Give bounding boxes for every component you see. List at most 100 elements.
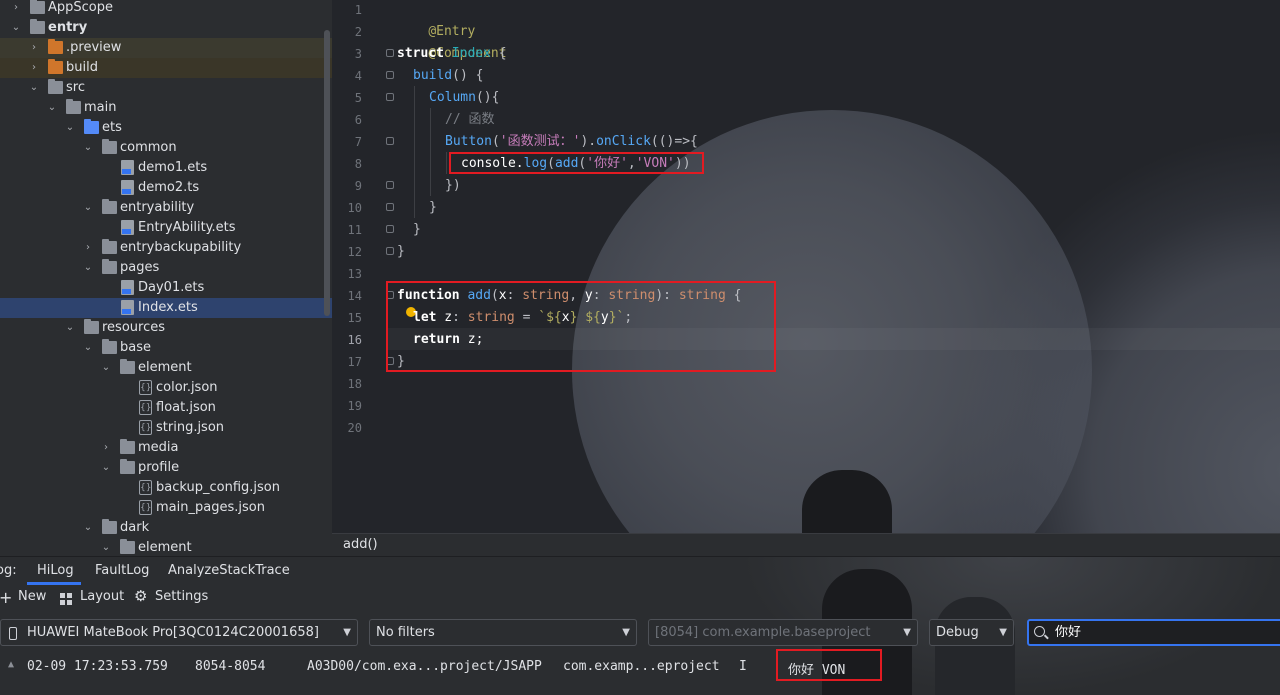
settings-button[interactable]: Settings	[155, 589, 208, 604]
process-select[interactable]: [8054] com.example.baseproject ▼	[648, 619, 918, 646]
tab-faultlog[interactable]: FaultLog	[95, 563, 149, 578]
tree-item-demo2[interactable]: demo2.ts	[0, 178, 332, 198]
log-time: 02-09 17:23:53.759	[27, 659, 168, 674]
fold-icon[interactable]	[386, 203, 394, 211]
tree-item-src[interactable]: ⌄ src	[0, 78, 332, 98]
tree-item-float-json[interactable]: float.json	[0, 398, 332, 418]
chevron-down-icon[interactable]: ⌄	[82, 338, 94, 358]
fold-icon[interactable]	[386, 225, 394, 233]
cat-silhouette	[802, 470, 892, 533]
line-number: 13	[347, 267, 362, 281]
tree-item-main[interactable]: ⌄ main	[0, 98, 332, 118]
code-token: ).	[580, 134, 597, 149]
chevron-down-icon[interactable]: ⌄	[82, 258, 94, 278]
line-number: 14	[347, 289, 362, 303]
tree-item-label: demo2.ts	[138, 180, 200, 195]
tree-item-dark[interactable]: ⌄ dark	[0, 518, 332, 538]
chevron-right-icon[interactable]: ›	[28, 58, 40, 78]
fold-icon[interactable]	[386, 137, 394, 145]
tree-scrollbar[interactable]	[324, 30, 330, 316]
tree-item-base[interactable]: ⌄ base	[0, 338, 332, 358]
line-number: 3	[354, 47, 362, 61]
tree-item-dark-element[interactable]: ⌄ element	[0, 538, 332, 556]
log-level: I	[739, 659, 747, 674]
gear-icon[interactable]: ⚙	[134, 587, 147, 605]
line-number: 5	[354, 91, 362, 105]
log-search-input[interactable]: 你好	[1027, 619, 1280, 646]
tree-item-color-json[interactable]: color.json	[0, 378, 332, 398]
tree-item-appscope[interactable]: › AppScope	[0, 0, 332, 18]
tree-item-day01[interactable]: Day01.ets	[0, 278, 332, 298]
tree-item-pages[interactable]: ⌄ pages	[0, 258, 332, 278]
new-button[interactable]: New	[18, 589, 46, 604]
tree-item-index[interactable]: Index.ets	[0, 298, 332, 318]
tree-item-entry[interactable]: ⌄ entry	[0, 18, 332, 38]
tree-item-profile[interactable]: ⌄ profile	[0, 458, 332, 478]
chevron-right-icon[interactable]: ›	[100, 438, 112, 458]
fold-icon[interactable]	[386, 49, 394, 57]
tree-item-common[interactable]: ⌄ common	[0, 138, 332, 158]
chevron-down-icon[interactable]: ⌄	[100, 458, 112, 478]
breadcrumb[interactable]: add()	[332, 533, 1280, 556]
fold-icon[interactable]	[386, 247, 394, 255]
tree-item-label: element	[138, 540, 192, 555]
tree-item-label: dark	[120, 520, 150, 535]
ets-file-icon	[121, 220, 134, 235]
folder-icon	[120, 539, 135, 554]
chevron-down-icon[interactable]: ⌄	[28, 78, 40, 98]
chevron-right-icon[interactable]: ›	[28, 38, 40, 58]
chevron-down-icon: ▼	[903, 627, 911, 638]
line-number: 4	[354, 69, 362, 83]
fold-icon[interactable]	[386, 71, 394, 79]
tree-item-label: profile	[138, 460, 180, 475]
chevron-down-icon[interactable]: ⌄	[64, 118, 76, 138]
chevron-down-icon[interactable]: ⌄	[64, 318, 76, 338]
chevron-down-icon[interactable]: ⌄	[46, 98, 58, 118]
code-editor[interactable]: 1 2 3 4 5 6 7 8 9 10 11 12 13 14 15 16 1…	[332, 0, 1280, 533]
chevron-down-icon[interactable]: ⌄	[82, 518, 94, 538]
tree-item-resources[interactable]: ⌄ resources	[0, 318, 332, 338]
filter-select[interactable]: No filters ▼	[369, 619, 637, 646]
code-token: }	[413, 222, 421, 237]
tree-item-element[interactable]: ⌄ element	[0, 358, 332, 378]
chevron-down-icon[interactable]: ⌄	[100, 358, 112, 378]
chevron-down-icon[interactable]: ⌄	[10, 18, 22, 38]
chevron-down-icon[interactable]: ⌄	[82, 198, 94, 218]
folder-icon	[48, 79, 63, 94]
fold-icon[interactable]	[386, 181, 394, 189]
tree-item-entryability[interactable]: ⌄ entryability	[0, 198, 332, 218]
line-number: 12	[347, 245, 362, 259]
line-number: 20	[347, 421, 362, 435]
chevron-right-icon[interactable]: ›	[82, 238, 94, 258]
code-token: (()=>{	[650, 134, 698, 149]
tree-item-media[interactable]: › media	[0, 438, 332, 458]
layout-button[interactable]: Layout	[80, 589, 124, 604]
line-number-gutter: 1 2 3 4 5 6 7 8 9 10 11 12 13 14 15 16 1…	[332, 0, 394, 533]
code-token: build	[413, 68, 453, 83]
tree-item-string-json[interactable]: string.json	[0, 418, 332, 438]
layout-icon[interactable]	[60, 593, 72, 605]
fold-icon[interactable]	[386, 93, 394, 101]
tree-item-ets[interactable]: ⌄ ets	[0, 118, 332, 138]
chevron-down-icon[interactable]: ⌄	[82, 138, 94, 158]
tree-item-main-pages[interactable]: main_pages.json	[0, 498, 332, 518]
tab-hilog[interactable]: HiLog	[37, 563, 74, 578]
tree-item-preview[interactable]: › .preview	[0, 38, 332, 58]
plus-icon[interactable]: +	[0, 588, 12, 607]
process-select-value: [8054] com.example.baseproject	[655, 625, 871, 640]
log-level-select[interactable]: Debug ▼	[929, 619, 1014, 646]
breadcrumb-item[interactable]: add()	[343, 537, 378, 552]
device-select[interactable]: HUAWEI MateBook Pro[3QC0124C20001658] ▼	[0, 619, 358, 646]
tree-item-entryability-ets[interactable]: EntryAbility.ets	[0, 218, 332, 238]
log-entry[interactable]: ▲ 02-09 17:23:53.759 8054-8054 A03D00/co…	[0, 657, 1280, 679]
tree-item-backup-config[interactable]: backup_config.json	[0, 478, 332, 498]
line-number: 6	[354, 113, 362, 127]
tree-item-demo1[interactable]: demo1.ets	[0, 158, 332, 178]
json-file-icon	[139, 478, 152, 498]
chevron-right-icon[interactable]: ›	[10, 0, 22, 18]
tree-item-build[interactable]: › build	[0, 58, 332, 78]
code-token: {	[498, 46, 507, 61]
chevron-down-icon[interactable]: ⌄	[100, 538, 112, 556]
tab-analyzestacktrace[interactable]: AnalyzeStackTrace	[168, 563, 290, 578]
tree-item-entrybackupability[interactable]: › entrybackupability	[0, 238, 332, 258]
